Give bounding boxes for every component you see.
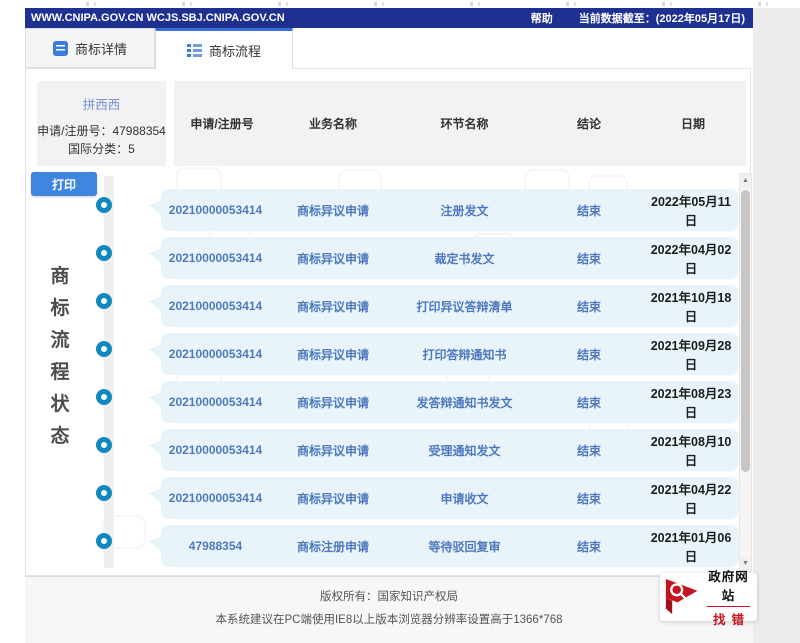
timeline-node xyxy=(96,389,112,405)
document-icon xyxy=(53,41,68,56)
row-business-name: 商标异议申请 xyxy=(270,490,396,507)
help-link[interactable]: 帮助 xyxy=(531,10,553,26)
gov-error-report-badge[interactable]: 政府网站 找错 xyxy=(660,573,757,621)
row-stage-name: 裁定书发文 xyxy=(396,250,533,267)
row-registration-number[interactable]: 47988354 xyxy=(161,539,270,553)
row-date: 2021年01月06日 xyxy=(645,527,737,565)
row-date: 2021年04月22日 xyxy=(645,479,737,517)
tab-label: 商标流程 xyxy=(209,41,261,60)
process-row[interactable]: 20210000053414 商标异议申请 打印异议答辩清单 结束 2021年1… xyxy=(161,285,739,327)
copyright-text: 版权所有：国家知识产权局 xyxy=(25,588,753,604)
browser-ruler xyxy=(0,2,800,6)
row-result: 结束 xyxy=(533,442,645,459)
row-result: 结束 xyxy=(533,202,645,219)
row-business-name: 商标异议申请 xyxy=(270,394,396,411)
row-stage-name: 注册发文 xyxy=(396,202,533,219)
footer: 版权所有：国家知识产权局 本系统建议在PC端使用IE8以上版本浏览器分辨率设置高… xyxy=(25,576,753,643)
row-result: 结束 xyxy=(533,394,645,411)
top-bar: WWW.CNIPA.GOV.CN WCJS.SBJ.CNIPA.GOV.CN 帮… xyxy=(25,8,753,28)
process-row[interactable]: 20210000053414 商标异议申请 打印答辩通知书 结束 2021年09… xyxy=(161,333,739,375)
row-date: 2021年08月10日 xyxy=(645,431,737,469)
timeline-node xyxy=(96,245,112,261)
scrollbar-thumb[interactable] xyxy=(741,190,750,472)
row-date: 2021年10月18日 xyxy=(645,287,737,325)
process-row[interactable]: 20210000053414 商标异议申请 发答辩通知书发文 结束 2021年0… xyxy=(161,381,739,423)
row-stage-name: 打印答辩通知书 xyxy=(396,346,533,363)
data-cutoff-label: 当前数据截至：(2022年05月17日) xyxy=(579,10,745,26)
list-icon xyxy=(187,44,202,57)
row-registration-number[interactable]: 20210000053414 xyxy=(161,299,270,313)
tab-label: 商标详情 xyxy=(75,39,127,58)
tab-trademark-process[interactable]: 商标流程 xyxy=(155,28,293,69)
process-row[interactable]: 20210000053414 商标异议申请 注册发文 结束 2022年05月11… xyxy=(161,189,739,231)
row-result: 结束 xyxy=(533,538,645,555)
row-tail xyxy=(148,344,162,360)
process-rows: 20210000053414 商标异议申请 注册发文 结束 2022年05月11… xyxy=(26,69,750,575)
row-registration-number[interactable]: 20210000053414 xyxy=(161,491,270,505)
row-business-name: 商标异议申请 xyxy=(270,202,396,219)
row-stage-name: 发答辩通知书发文 xyxy=(396,394,533,411)
row-tail xyxy=(148,200,162,216)
row-business-name: 商标异议申请 xyxy=(270,442,396,459)
row-stage-name: 等待驳回复审 xyxy=(396,538,533,555)
row-tail xyxy=(148,296,162,312)
row-tail xyxy=(148,392,162,408)
row-tail xyxy=(148,248,162,264)
scroll-up-icon[interactable]: ▲ xyxy=(740,174,751,188)
row-tail xyxy=(148,488,162,504)
scrollbar[interactable]: ▲ ▼ xyxy=(739,173,752,572)
row-tail xyxy=(148,536,162,552)
row-date: 2021年09月28日 xyxy=(645,335,737,373)
row-result: 结束 xyxy=(533,346,645,363)
row-tail xyxy=(148,440,162,456)
process-row[interactable]: 20210000053414 商标异议申请 裁定书发文 结束 2022年04月0… xyxy=(161,237,739,279)
row-stage-name: 申请收文 xyxy=(396,490,533,507)
row-stage-name: 受理通知发文 xyxy=(396,442,533,459)
error-report-flag-icon xyxy=(665,578,701,616)
row-registration-number[interactable]: 20210000053414 xyxy=(161,203,270,217)
tab-bar: 商标详情 商标流程 xyxy=(25,28,753,68)
row-registration-number[interactable]: 20210000053414 xyxy=(161,251,270,265)
timeline-node xyxy=(96,341,112,357)
badge-action: 找错 xyxy=(705,609,752,628)
timeline-node xyxy=(96,293,112,309)
row-result: 结束 xyxy=(533,250,645,267)
right-gutter xyxy=(753,8,800,643)
browser-notice-text: 本系统建议在PC端使用IE8以上版本浏览器分辨率设置高于1366*768 xyxy=(25,611,753,627)
process-row[interactable]: 20210000053414 商标异议申请 受理通知发文 结束 2021年08月… xyxy=(161,429,739,471)
process-row[interactable]: 47988354 商标注册申请 等待驳回复审 结束 2021年01月06日 xyxy=(161,525,739,567)
row-business-name: 商标注册申请 xyxy=(270,538,396,555)
timeline-node xyxy=(96,533,112,549)
process-row[interactable]: 20210000053414 商标异议申请 申请收文 结束 2021年04月22… xyxy=(161,477,739,519)
tab-trademark-details[interactable]: 商标详情 xyxy=(25,28,155,68)
badge-divider xyxy=(707,606,750,607)
row-stage-name: 打印异议答辩清单 xyxy=(396,298,533,315)
site-urls: WWW.CNIPA.GOV.CN WCJS.SBJ.CNIPA.GOV.CN xyxy=(31,12,285,24)
timeline-node xyxy=(96,197,112,213)
timeline-node xyxy=(96,485,112,501)
row-registration-number[interactable]: 20210000053414 xyxy=(161,395,270,409)
badge-title: 政府网站 xyxy=(705,566,752,604)
page: WWW.CNIPA.GOV.CN WCJS.SBJ.CNIPA.GOV.CN 帮… xyxy=(0,0,800,643)
row-date: 2022年05月11日 xyxy=(645,191,737,229)
row-result: 结束 xyxy=(533,298,645,315)
row-result: 结束 xyxy=(533,490,645,507)
row-business-name: 商标异议申请 xyxy=(270,346,396,363)
row-date: 2021年08月23日 xyxy=(645,383,737,421)
row-date: 2022年04月02日 xyxy=(645,239,737,277)
row-registration-number[interactable]: 20210000053414 xyxy=(161,347,270,361)
row-registration-number[interactable]: 20210000053414 xyxy=(161,443,270,457)
process-panel: 拼西西 申请/注册号：47988354 国际分类：5 申请/注册号业务名称环节名… xyxy=(25,68,751,576)
cnipa-window: WWW.CNIPA.GOV.CN WCJS.SBJ.CNIPA.GOV.CN 帮… xyxy=(25,8,753,643)
row-business-name: 商标异议申请 xyxy=(270,298,396,315)
row-business-name: 商标异议申请 xyxy=(270,250,396,267)
timeline-node xyxy=(96,437,112,453)
